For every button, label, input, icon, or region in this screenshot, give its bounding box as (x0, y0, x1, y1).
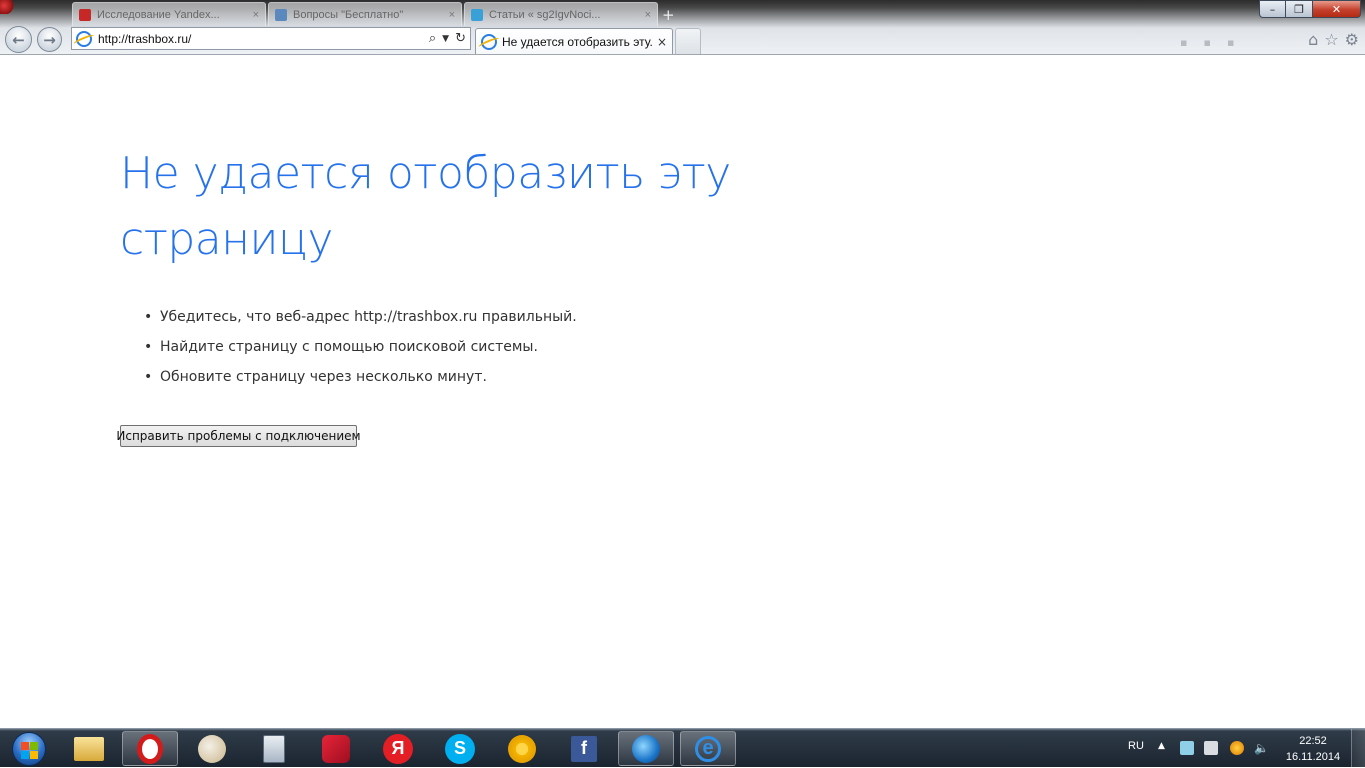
opera-icon (137, 733, 163, 764)
background-tab-3[interactable]: Статьи « sg2IgvNoci... × (464, 2, 658, 26)
toolbar-right: ⌂ ☆ ⚙ (1308, 30, 1359, 49)
start-button[interactable] (4, 730, 54, 767)
globe-icon (632, 734, 660, 763)
list-item: Убедитесь, что веб-адрес http://trashbox… (144, 302, 577, 332)
refresh-icon[interactable]: ↻ (455, 31, 466, 46)
close-icon[interactable]: × (449, 9, 455, 21)
print-icon[interactable]: ▪ (1227, 36, 1234, 49)
search-icon[interactable]: ⌕ (429, 31, 436, 46)
browser-chrome: Исследование Yandex... × Вопросы "Беспла… (0, 0, 1365, 55)
taskbar-explorer[interactable] (61, 731, 117, 766)
show-desktop-button[interactable] (1351, 729, 1365, 768)
background-tab-2-title: Вопросы "Бесплатно" (293, 8, 404, 21)
background-tab-1[interactable]: Исследование Yandex... × (72, 2, 266, 26)
ie-page-icon (76, 30, 92, 47)
ie-tab-icon (481, 33, 497, 50)
tray-device-icon[interactable] (1204, 741, 1218, 755)
taskbar-ie[interactable]: e (680, 731, 736, 766)
maximize-button[interactable]: ❐ (1286, 0, 1313, 18)
address-url[interactable]: http://trashbox.ru/ (98, 32, 423, 46)
close-icon[interactable]: × (253, 9, 259, 21)
ie-icon: e (695, 735, 721, 762)
show-hidden-icons-icon[interactable]: ▲ (1158, 741, 1165, 751)
forward-button[interactable]: → (37, 27, 62, 52)
taskbar-chrome[interactable] (494, 731, 550, 766)
minimize-button[interactable]: – (1259, 0, 1286, 18)
chrome-icon (508, 734, 536, 763)
taskbar-skype[interactable]: S (432, 731, 488, 766)
taskbar-yandex[interactable]: Я (370, 731, 426, 766)
close-window-button[interactable]: ✕ (1313, 0, 1361, 18)
back-button[interactable]: ← (5, 26, 32, 53)
taskbar-globe[interactable] (618, 731, 674, 766)
mail-icon[interactable]: ▪ (1203, 36, 1210, 49)
tray-app-icon[interactable] (1180, 741, 1194, 755)
tab-close-icon[interactable]: × (657, 35, 667, 49)
taskbar-opera-red[interactable] (308, 731, 364, 766)
favorites-star-icon[interactable]: ☆ (1324, 30, 1338, 49)
site-favicon-icon (471, 8, 483, 21)
opera-red-icon (322, 734, 350, 763)
background-tab-1-title: Исследование Yandex... (97, 8, 220, 21)
address-bar[interactable]: http://trashbox.ru/ ⌕ ▼ ↻ (71, 27, 471, 50)
settings-gear-icon[interactable]: ⚙ (1345, 30, 1359, 49)
fix-connection-button[interactable]: Исправить проблемы с подключением (116, 425, 361, 447)
background-tab-2[interactable]: Вопросы "Бесплатно" × (268, 2, 462, 26)
network-warning-icon[interactable] (1230, 741, 1244, 755)
taskbar-facebook[interactable]: f (556, 731, 612, 766)
new-tab-plus-icon[interactable]: + (662, 6, 675, 24)
opera-favicon-icon (79, 8, 91, 21)
skype-icon: S (445, 733, 475, 764)
taskbar-calculator[interactable] (246, 731, 302, 766)
command-bar-icons: ▪ ▪ ▪ (1180, 36, 1234, 49)
taskbar-opera[interactable] (122, 731, 178, 766)
list-item: Найдите страницу с помощью поисковой сис… (144, 332, 577, 362)
clock-date: 16.11.2014 (1285, 751, 1341, 763)
page-content: Не удается отобразить эту страницу Убеди… (0, 55, 1365, 728)
active-tab[interactable]: Не удается отобразить эту... × (475, 28, 673, 54)
system-clock[interactable]: 22:52 16.11.2014 (1282, 733, 1344, 765)
list-item: Обновите страницу через несколько минут. (144, 362, 577, 392)
new-tab-button[interactable] (675, 28, 701, 54)
suggestion-list: Убедитесь, что веб-адрес http://trashbox… (144, 302, 577, 392)
page-title: Не удается отобразить эту страницу (120, 148, 731, 265)
dropdown-arrow-icon[interactable]: ▼ (442, 34, 449, 44)
vk-favicon-icon (275, 8, 287, 21)
calculator-icon (263, 734, 285, 763)
volume-icon[interactable]: 🔈 (1254, 741, 1269, 755)
arrow-right-icon: → (43, 30, 56, 49)
taskbar-paint[interactable] (184, 731, 240, 766)
clock-time: 22:52 (1299, 735, 1327, 747)
window-controls: – ❐ ✕ (1259, 0, 1361, 18)
facebook-icon: f (571, 735, 597, 762)
app-corner-icon (0, 0, 14, 14)
language-indicator[interactable]: RU (1128, 740, 1144, 752)
background-tabs: Исследование Yandex... × Вопросы "Беспла… (72, 2, 658, 26)
address-tools: ⌕ ▼ ↻ (429, 31, 466, 46)
yandex-icon: Я (383, 733, 413, 764)
folder-icon (74, 736, 104, 761)
paint-palette-icon (198, 734, 226, 763)
background-tab-3-title: Статьи « sg2IgvNoci... (489, 8, 601, 21)
feeds-icon[interactable]: ▪ (1180, 36, 1187, 49)
windows-logo-icon (12, 731, 46, 766)
close-icon[interactable]: × (645, 9, 651, 21)
home-icon[interactable]: ⌂ (1308, 30, 1318, 49)
active-tab-title: Не удается отобразить эту... (502, 34, 652, 49)
arrow-left-icon: ← (12, 30, 25, 49)
taskbar: Я S f e RU ▲ 🔈 22:52 16.11.2014 (0, 728, 1365, 768)
